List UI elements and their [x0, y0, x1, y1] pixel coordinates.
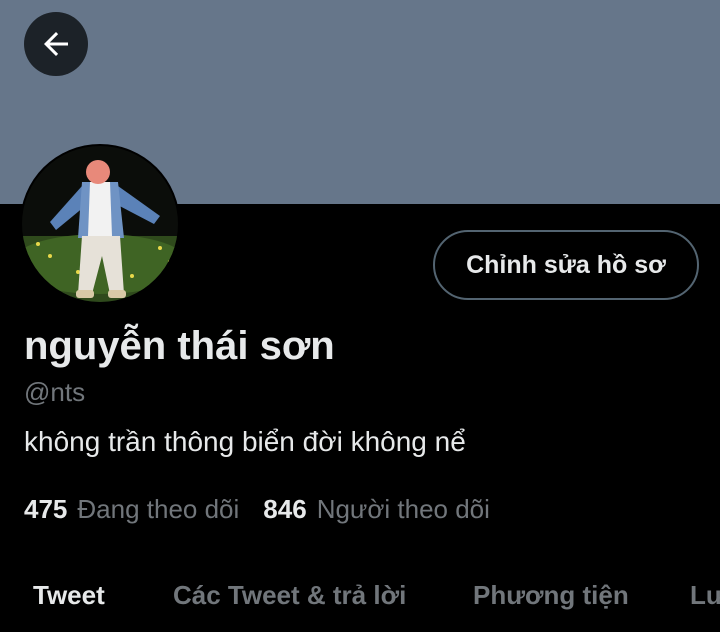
profile-photo [22, 146, 178, 302]
profile-bio: không trần thông biển đời không nể [24, 426, 466, 457]
tab-likes[interactable]: Lượt thích [690, 580, 720, 611]
tab-media[interactable]: Phương tiện [473, 580, 629, 611]
tab-tweets[interactable]: Tweet [33, 580, 105, 611]
followers-label: Người theo dõi [316, 494, 490, 524]
follow-stats: 475 Đang theo dõi 846 Người theo dõi [24, 494, 490, 525]
following-label: Đang theo dõi [77, 494, 240, 524]
user-handle: @nts [24, 377, 86, 407]
profile-avatar[interactable] [20, 144, 180, 304]
followers-link[interactable]: 846 Người theo dõi [263, 494, 490, 525]
following-count: 475 [24, 494, 68, 524]
profile-tabs: Tweet Các Tweet & trả lời Phương tiện Lư… [0, 570, 720, 632]
arrow-left-icon [44, 32, 68, 56]
tab-tweets-replies[interactable]: Các Tweet & trả lời [173, 580, 406, 611]
display-name: nguyễn thái sơn [24, 324, 335, 368]
back-button[interactable] [24, 12, 88, 76]
followers-count: 846 [263, 494, 307, 524]
following-link[interactable]: 475 Đang theo dõi [24, 494, 239, 525]
edit-profile-button[interactable]: Chỉnh sửa hồ sơ [433, 230, 699, 300]
